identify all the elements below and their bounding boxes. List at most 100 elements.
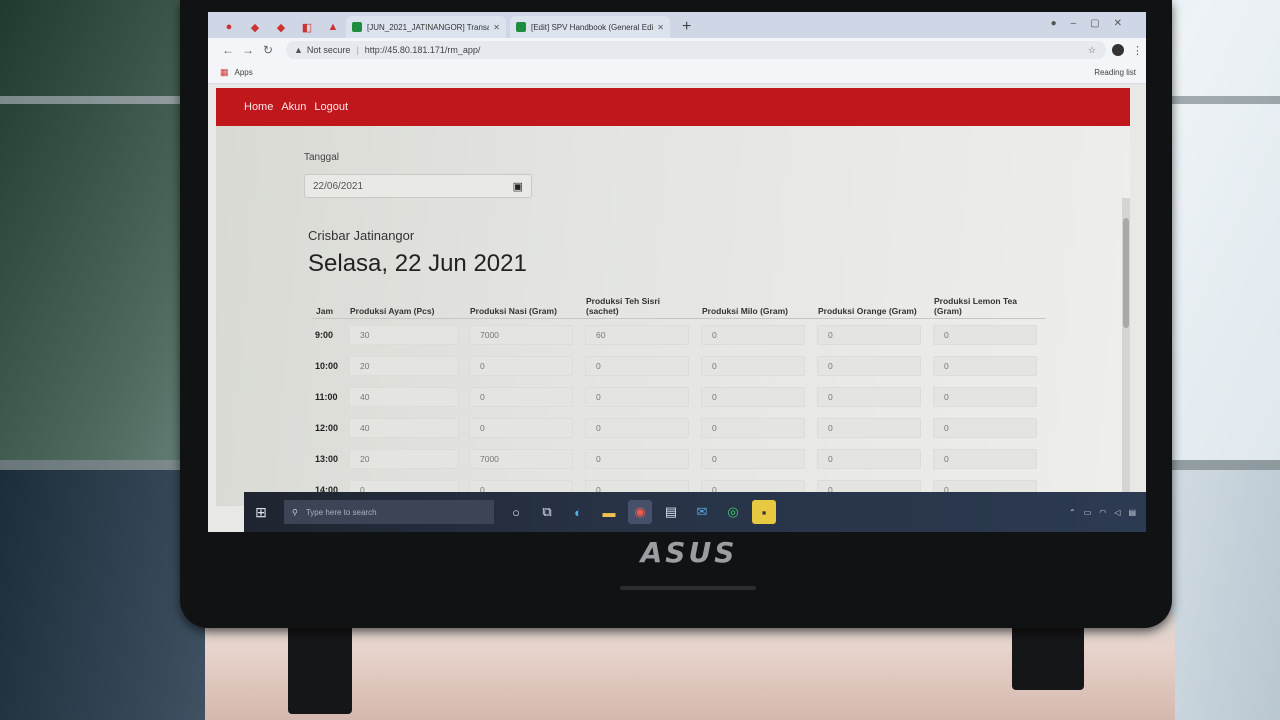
table-cell: 0 — [466, 350, 582, 381]
scrollbar-thumb[interactable] — [1123, 218, 1129, 328]
whatsapp-icon[interactable]: ◎ — [721, 500, 745, 524]
column-header-teh: Produksi Teh Sisri (sachet) — [582, 284, 698, 319]
scrollbar[interactable] — [1122, 198, 1130, 532]
nav-home[interactable]: Home — [244, 101, 273, 113]
app-navbar: Home Akun Logout — [216, 88, 1130, 126]
milo-input[interactable]: 0 — [701, 448, 805, 469]
reading-list-button[interactable]: Reading list — [1094, 68, 1136, 77]
table-cell: 0 — [698, 412, 814, 443]
back-icon[interactable]: ← — [218, 43, 238, 57]
orange-input[interactable]: 0 — [817, 355, 921, 376]
teh-input[interactable]: 60 — [585, 324, 689, 345]
row-time: 13:00 — [315, 453, 339, 464]
table-row: 12:00 40 0 0 0 0 0 — [312, 412, 1046, 443]
network-icon[interactable]: ◠ — [1099, 508, 1106, 517]
milo-input[interactable]: 0 — [701, 417, 805, 438]
ayam-input[interactable]: 40 — [349, 386, 459, 407]
file-explorer-icon[interactable]: ▬ — [597, 500, 621, 524]
table-cell: 0 — [698, 319, 814, 351]
milo-input[interactable]: 0 — [701, 386, 805, 407]
teh-input[interactable]: 0 — [585, 386, 689, 407]
taskbar-search[interactable]: ⚲ Type here to search — [284, 500, 494, 524]
forward-icon[interactable]: → — [238, 43, 258, 57]
teh-input[interactable]: 0 — [585, 355, 689, 376]
url-bar[interactable]: ▲ Not secure | http://45.80.181.171/rm_a… — [286, 41, 1106, 59]
page-content: Tanggal 22/06/2021 ▣ Crisbar Jatinangor … — [216, 126, 1130, 532]
security-label: Not secure — [306, 45, 351, 55]
lemon-input[interactable]: 0 — [933, 386, 1037, 407]
store-icon[interactable]: ▤ — [659, 500, 683, 524]
table-cell: 20 — [346, 350, 466, 381]
close-icon[interactable]: ✕ — [657, 23, 664, 32]
ayam-input[interactable]: 40 — [349, 417, 459, 438]
orange-input[interactable]: 0 — [817, 386, 921, 407]
lemon-input[interactable]: 0 — [933, 448, 1037, 469]
browser-tab-strip: ● ◆ ◆ ◧ ▲ [JUN_2021_JATINANGOR] Transaks… — [208, 12, 1146, 38]
table-row: 13:00 20 7000 0 0 0 0 — [312, 443, 1046, 474]
nasi-input[interactable]: 0 — [469, 417, 573, 438]
table-cell: 0 — [582, 443, 698, 474]
teh-input[interactable]: 0 — [585, 417, 689, 438]
window-controls[interactable]: ●–▢✕ — [1051, 18, 1136, 29]
lemon-input[interactable]: 0 — [933, 324, 1037, 345]
ayam-input[interactable]: 20 — [349, 355, 459, 376]
teh-input[interactable]: 0 — [585, 448, 689, 469]
notification-icon[interactable]: ▤ — [1128, 508, 1136, 517]
production-table: Jam Produksi Ayam (Pcs) Produksi Nasi (G… — [312, 284, 1046, 505]
column-header-ayam: Produksi Ayam (Pcs) — [346, 284, 466, 319]
table-row: 10:00 20 0 0 0 0 0 — [312, 350, 1046, 381]
nav-logout[interactable]: Logout — [314, 101, 348, 113]
edge-icon[interactable]: ◐ — [566, 500, 590, 524]
close-icon[interactable]: ✕ — [493, 23, 500, 32]
cortana-icon[interactable]: ○ — [504, 500, 528, 524]
browser-tab[interactable]: [JUN_2021_JATINANGOR] Transaksi... ✕ — [346, 16, 506, 38]
lemon-input[interactable]: 0 — [933, 417, 1037, 438]
drive-tab-icon[interactable]: ▲ — [320, 16, 346, 38]
task-view-icon[interactable]: ⧉ — [535, 500, 559, 524]
lemon-input[interactable]: 0 — [933, 355, 1037, 376]
pinned-tab-icon[interactable]: ◧ — [294, 16, 320, 38]
ayam-input[interactable]: 20 — [349, 448, 459, 469]
nasi-input[interactable]: 0 — [469, 386, 573, 407]
milo-input[interactable]: 0 — [701, 355, 805, 376]
mail-icon[interactable]: ✉ — [690, 500, 714, 524]
table-cell: 0 — [814, 350, 930, 381]
apps-grid-icon[interactable]: ▦ — [220, 67, 229, 78]
orange-input[interactable]: 0 — [817, 448, 921, 469]
nasi-input[interactable]: 0 — [469, 355, 573, 376]
milo-input[interactable]: 0 — [701, 324, 805, 345]
table-cell: 0 — [466, 381, 582, 412]
nasi-input[interactable]: 7000 — [469, 324, 573, 345]
orange-input[interactable]: 0 — [817, 324, 921, 345]
menu-icon[interactable]: ⋮ — [1132, 44, 1143, 57]
reload-icon[interactable]: ↻ — [258, 43, 278, 57]
table-cell: 0 — [930, 412, 1046, 443]
pinned-tab-icon[interactable]: ● — [216, 16, 242, 38]
new-tab-button[interactable]: + — [674, 16, 699, 38]
profile-avatar[interactable] — [1112, 44, 1124, 56]
sticky-notes-icon[interactable]: ▪ — [752, 500, 776, 524]
tray-chevron-icon[interactable]: ⌃ — [1069, 508, 1076, 517]
search-icon: ⚲ — [292, 507, 298, 517]
nasi-input[interactable]: 7000 — [469, 448, 573, 469]
apps-bookmark[interactable]: Apps — [235, 68, 253, 77]
pinned-tab-icon[interactable]: ◆ — [242, 16, 268, 38]
ayam-input[interactable]: 30 — [349, 324, 459, 345]
date-input[interactable]: 22/06/2021 ▣ — [304, 174, 532, 198]
row-time: 12:00 — [315, 422, 339, 433]
orange-input[interactable]: 0 — [817, 417, 921, 438]
table-cell: 0 — [930, 319, 1046, 351]
browser-tab[interactable]: [Edit] SPV Handbook (General Edit)... ✕ — [510, 16, 670, 38]
calendar-icon[interactable]: ▣ — [513, 180, 523, 193]
table-cell: 7000 — [466, 443, 582, 474]
table-cell: 0 — [582, 412, 698, 443]
brand-logo: ASUS — [640, 536, 738, 569]
pinned-tab-icon[interactable]: ◆ — [268, 16, 294, 38]
nav-akun[interactable]: Akun — [281, 101, 306, 113]
windows-start-icon[interactable]: ⊞ — [252, 503, 270, 521]
bookmark-star-icon[interactable]: ☆ — [1088, 45, 1096, 56]
column-header-orange: Produksi Orange (Gram) — [814, 284, 930, 319]
volume-icon[interactable]: ◁ — [1114, 508, 1120, 517]
battery-icon[interactable]: ▭ — [1084, 508, 1092, 517]
chrome-icon[interactable]: ◉ — [628, 500, 652, 524]
